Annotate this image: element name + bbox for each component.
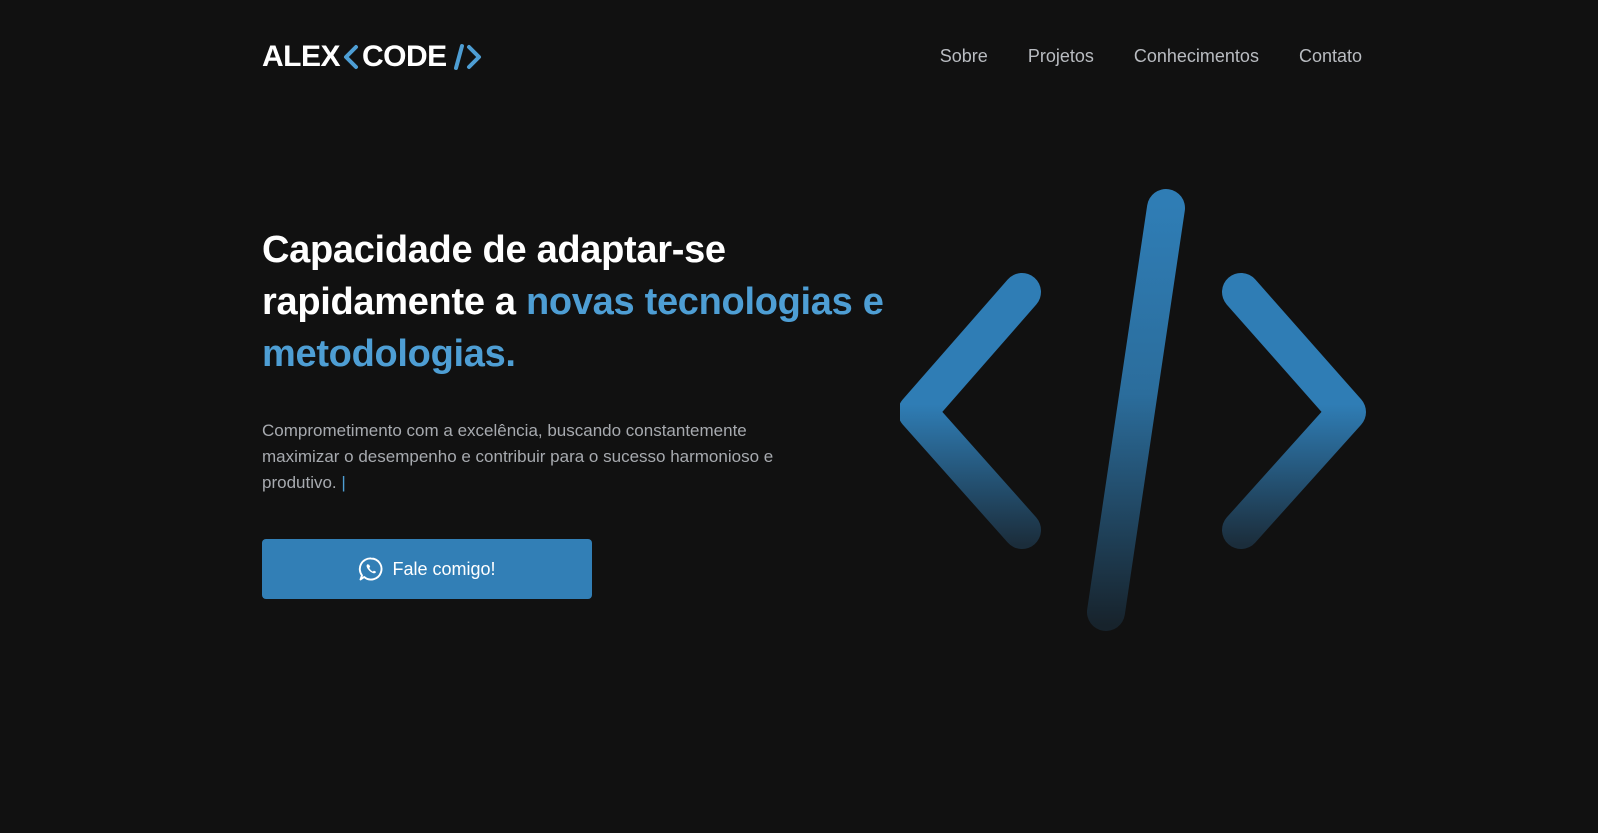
hero-description: Comprometimento com a excelência, buscan… bbox=[262, 418, 807, 496]
nav-item-sobre[interactable]: Sobre bbox=[940, 46, 988, 67]
typing-cursor: | bbox=[341, 473, 346, 492]
main-nav: Sobre Projetos Conhecimentos Contato bbox=[940, 46, 1362, 67]
logo-text-left: ALEX bbox=[262, 40, 341, 73]
site-logo[interactable]: ALEX CODE bbox=[262, 40, 483, 74]
code-tag-icon bbox=[900, 189, 1366, 631]
contact-button-label: Fale comigo! bbox=[392, 558, 496, 579]
chevron-left-icon bbox=[344, 45, 359, 69]
nav-item-projetos[interactable]: Projetos bbox=[1028, 46, 1094, 67]
whatsapp-icon bbox=[359, 557, 383, 581]
hero-description-text: Comprometimento com a excelência, buscan… bbox=[262, 421, 774, 492]
nav-item-conhecimentos[interactable]: Conhecimentos bbox=[1134, 46, 1259, 67]
contact-whatsapp-button[interactable]: Fale comigo! bbox=[262, 539, 592, 599]
code-brackets-icon bbox=[453, 43, 483, 71]
logo-text-right: CODE bbox=[362, 40, 447, 73]
hero-title: Capacidade de adaptar-se rapidamente a n… bbox=[262, 224, 922, 380]
nav-item-contato[interactable]: Contato bbox=[1299, 46, 1362, 67]
